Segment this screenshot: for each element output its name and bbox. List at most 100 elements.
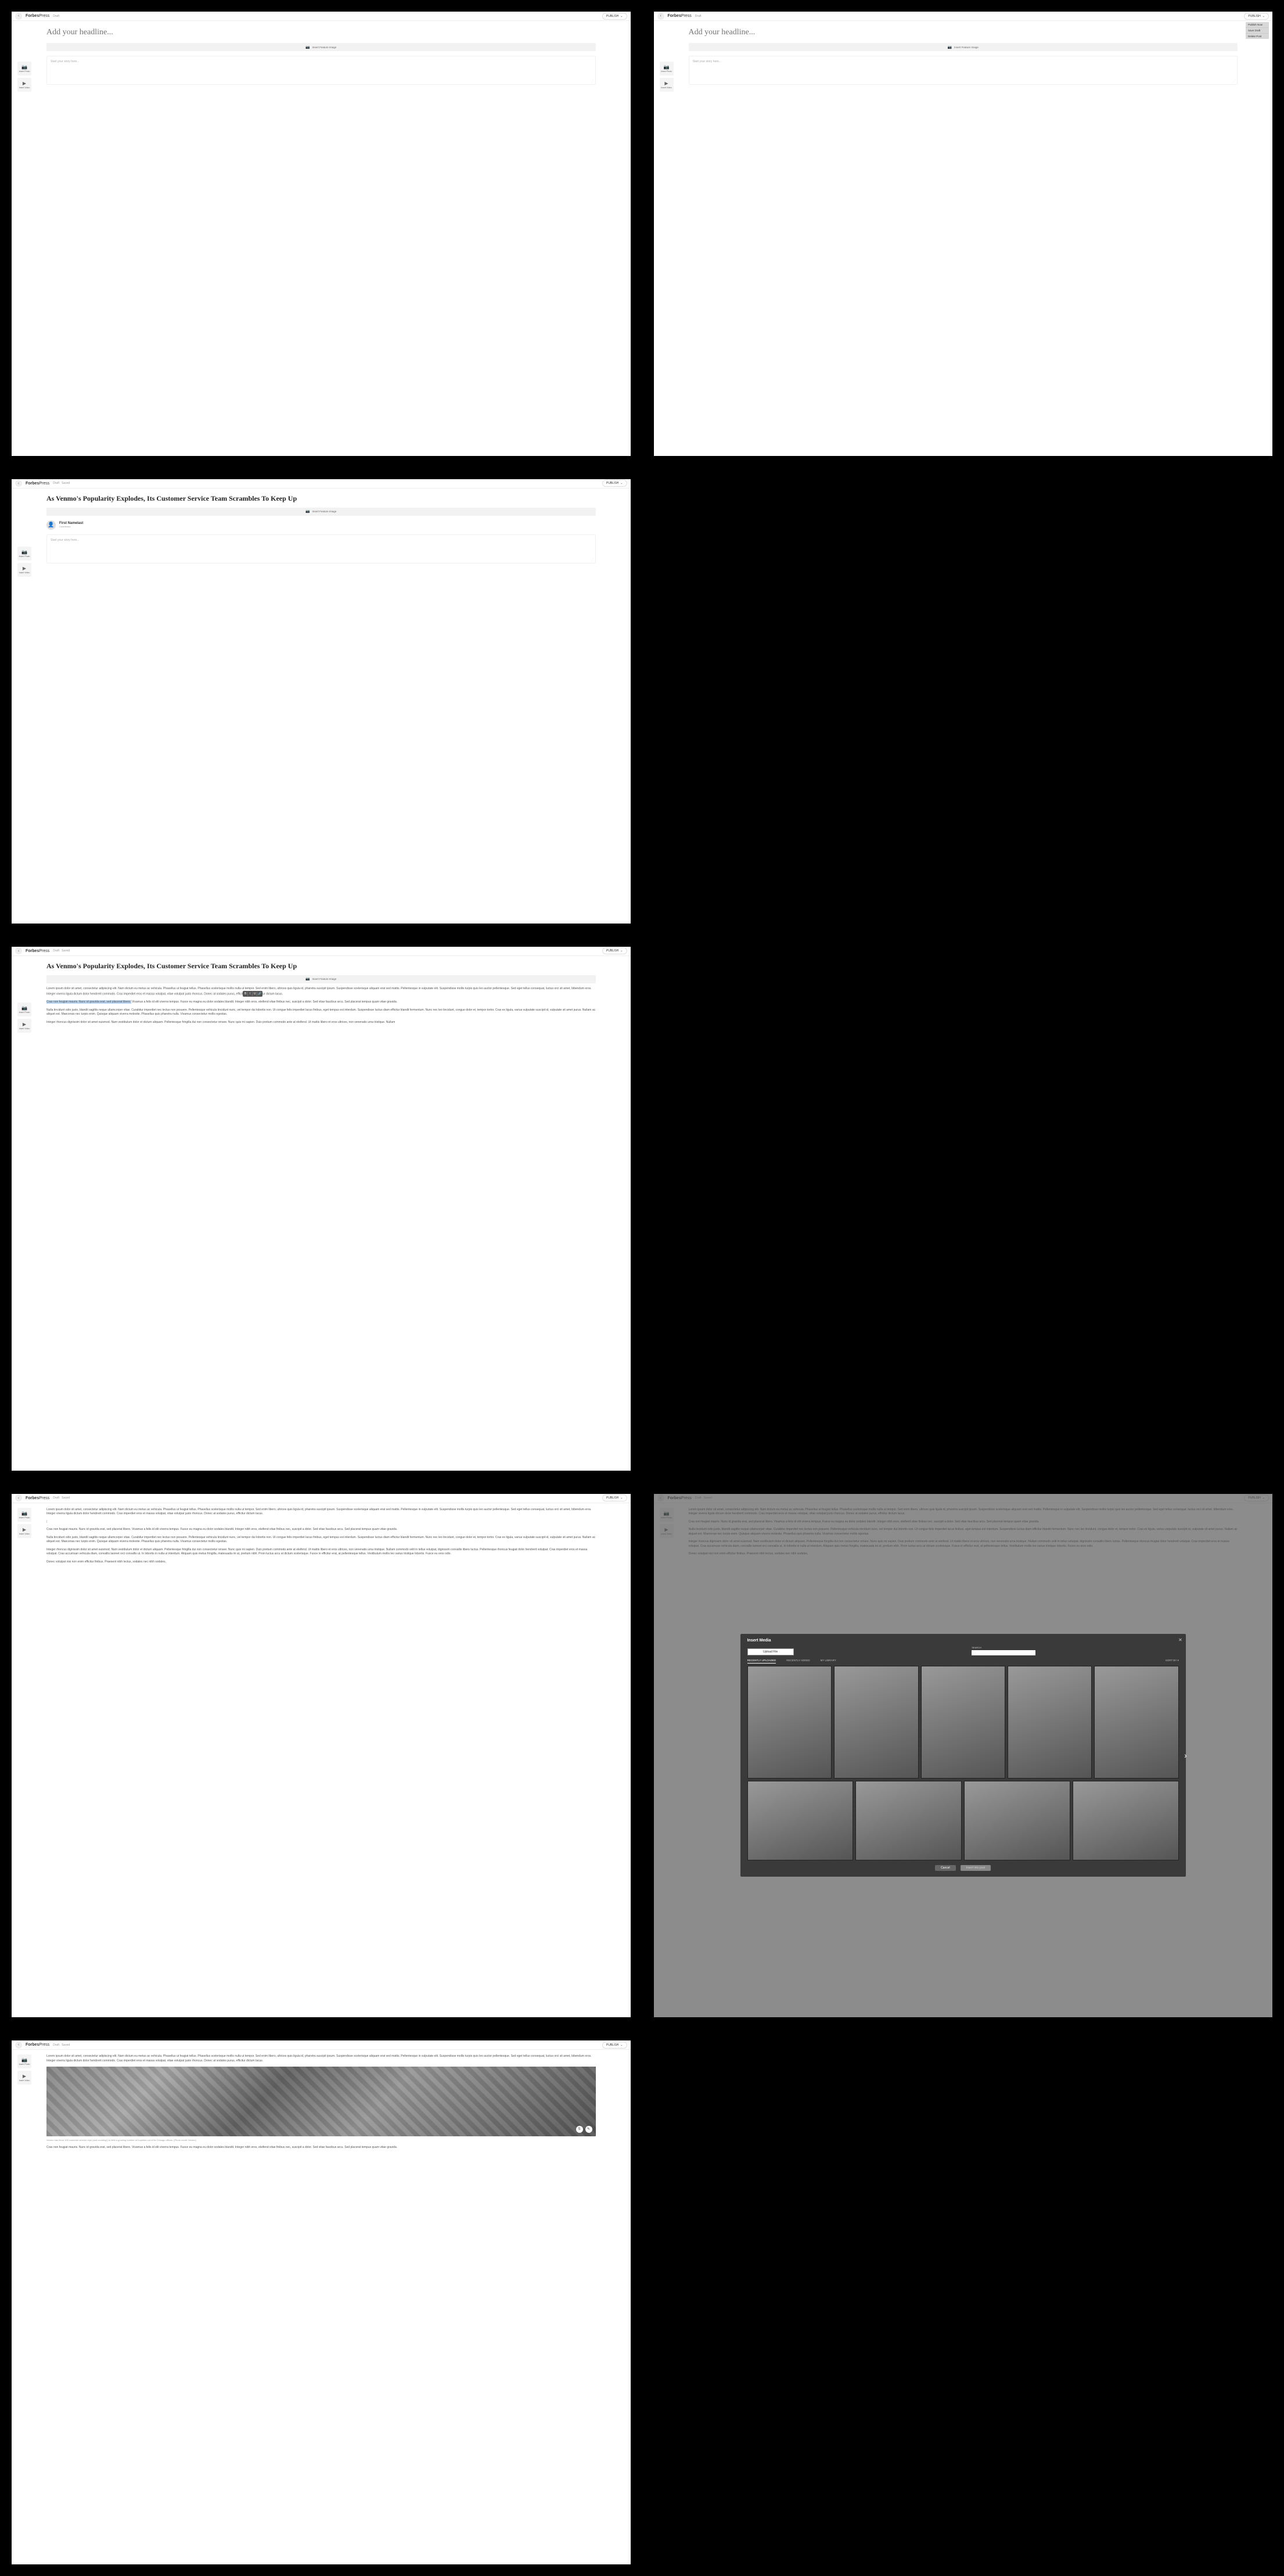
- chevron-down-icon: ⌄: [620, 1496, 623, 1500]
- resize-handle[interactable]: ⋰: [1233, 80, 1236, 83]
- insert-video-tool[interactable]: ▶Insert Video: [17, 2071, 31, 2085]
- media-thumb[interactable]: [1008, 1666, 1092, 1779]
- media-thumb-grid-2: [747, 1781, 1179, 1860]
- insert-photo-tool[interactable]: 📷Insert Photo: [17, 2054, 31, 2068]
- editor-empty-dropdown: ‹ ForbesPress Draft PUBLISH⌄ Publish Now…: [654, 12, 1273, 456]
- insert-video-tool[interactable]: ▶Insert Video: [17, 1019, 31, 1033]
- media-thumb[interactable]: [964, 1781, 1070, 1860]
- side-toolbar: 📷Insert Photo ▶Insert Video: [17, 2054, 31, 2087]
- resize-handle[interactable]: ⋰: [591, 558, 594, 562]
- story-textarea[interactable]: Start your story here...⋰: [46, 56, 596, 85]
- story-textarea[interactable]: Start your story here...⋰: [689, 56, 1238, 85]
- side-toolbar: 📷Insert Photo ▶Insert Video: [17, 62, 31, 94]
- story-textarea[interactable]: Start your story here...⋰: [46, 534, 596, 563]
- back-button[interactable]: ‹: [657, 13, 664, 20]
- media-thumb[interactable]: [834, 1666, 918, 1779]
- media-thumb[interactable]: [747, 1666, 832, 1779]
- publish-button[interactable]: PUBLISH⌄: [602, 480, 627, 487]
- video-icon: ▶: [23, 566, 26, 571]
- insert-photo-tool[interactable]: 📷Insert Photo: [660, 62, 674, 76]
- search-label: SEARCH: [972, 1646, 1179, 1649]
- publish-button[interactable]: PUBLISH⌄: [602, 1494, 627, 1501]
- insert-video-tool[interactable]: ▶Insert Video: [17, 1524, 31, 1538]
- video-icon: ▶: [664, 81, 668, 86]
- headline-input[interactable]: [46, 26, 596, 39]
- back-button[interactable]: ‹: [15, 947, 22, 954]
- status-draft: Draft: [53, 15, 59, 18]
- bold-tool[interactable]: B: [243, 991, 248, 996]
- camera-icon: 📷: [664, 64, 670, 70]
- camera-icon: 📷: [305, 977, 310, 981]
- headline-text[interactable]: As Venmo's Popularity Explodes, Its Cust…: [46, 493, 596, 504]
- tab-recently-added[interactable]: RECENTLY ADDED: [786, 1659, 810, 1664]
- camera-icon: 📷: [21, 549, 27, 555]
- resize-handle[interactable]: ⋰: [591, 80, 594, 83]
- insert-photo-tool[interactable]: 📷Insert Photo: [17, 547, 31, 561]
- media-thumb[interactable]: [921, 1666, 1005, 1779]
- text-selection: Cras non feugiat mauris. Nunc id gravida…: [46, 1000, 131, 1004]
- text-cursor: |: [46, 1520, 596, 1525]
- logo: ForbesPress: [26, 1496, 49, 1500]
- article-body[interactable]: Lorem ipsum dolor sit amet, consectetur …: [46, 2054, 596, 2150]
- close-icon[interactable]: ✕: [1178, 1637, 1182, 1643]
- editor-with-image: ‹ ForbesPress DraftSaved PUBLISH⌄ 📷Inser…: [12, 2040, 631, 2564]
- headline-input[interactable]: [689, 26, 1238, 39]
- status-draft: DraftSaved: [53, 482, 70, 485]
- media-thumb[interactable]: [1094, 1666, 1178, 1779]
- article-image[interactable]: S ✎: [46, 2067, 596, 2136]
- topbar: ‹ ForbesPress DraftSaved PUBLISH⌄: [12, 2040, 631, 2050]
- article-body[interactable]: Lorem ipsum dolor sit amet, consectetur …: [46, 987, 596, 1025]
- publish-button[interactable]: PUBLISH⌄: [602, 13, 627, 20]
- italic-tool[interactable]: I: [248, 991, 253, 996]
- cancel-button[interactable]: Cancel: [935, 1865, 956, 1871]
- topbar: ‹ ForbesPress DraftSaved PUBLISH⌄: [12, 947, 631, 956]
- media-thumb[interactable]: [747, 1781, 854, 1860]
- tab-recently-uploaded[interactable]: RECENTLY UPLOADED: [747, 1659, 776, 1664]
- insert-feature-image[interactable]: 📷Insert Feature Image: [46, 975, 596, 983]
- topbar: ‹ ForbesPress DraftSaved PUBLISH⌄: [12, 479, 631, 488]
- chevron-down-icon: ⌄: [620, 2043, 623, 2047]
- topbar: ‹ ForbesPress Draft PUBLISH⌄: [12, 12, 631, 21]
- headline-text[interactable]: As Venmo's Popularity Explodes, Its Cust…: [46, 961, 596, 972]
- image-size-button[interactable]: S: [576, 2126, 583, 2133]
- camera-icon: 📷: [21, 2057, 27, 2063]
- insert-photo-tool[interactable]: 📷Insert Photo: [17, 1003, 31, 1016]
- publish-button[interactable]: PUBLISH⌄: [1244, 13, 1269, 20]
- link-tool[interactable]: 🔗: [257, 991, 262, 996]
- media-search-input[interactable]: [972, 1650, 1035, 1655]
- camera-icon: 📷: [21, 1511, 27, 1516]
- side-toolbar: 📷Insert Photo ▶Insert Video: [660, 62, 674, 94]
- media-thumb[interactable]: [855, 1781, 962, 1860]
- back-button[interactable]: ‹: [15, 13, 22, 20]
- video-icon: ▶: [23, 2074, 26, 2079]
- tab-my-library[interactable]: MY LIBRARY: [821, 1659, 836, 1664]
- logo: ForbesPress: [668, 14, 692, 18]
- upload-file-button[interactable]: Upload File: [747, 1648, 794, 1655]
- insert-into-post-button[interactable]: Insert into post: [961, 1865, 991, 1871]
- camera-icon: 📷: [948, 45, 952, 49]
- insert-video-tool[interactable]: ▶Insert Video: [660, 78, 674, 92]
- publish-button[interactable]: PUBLISH⌄: [602, 2042, 627, 2049]
- publish-button[interactable]: PUBLISH⌄: [602, 947, 627, 954]
- article-body[interactable]: Lorem ipsum dolor sit amet, consectetur …: [46, 1508, 596, 1565]
- underline-tool[interactable]: U: [253, 991, 257, 996]
- insert-photo-tool[interactable]: 📷Insert Photo: [17, 1508, 31, 1522]
- carousel-next-icon[interactable]: ›: [1184, 1751, 1187, 1760]
- image-caption[interactable]: Venmo has hired 100 customer service rep…: [46, 2139, 596, 2142]
- image-edit-button[interactable]: ✎: [585, 2126, 592, 2133]
- topbar: ‹ ForbesPress Draft PUBLISH⌄: [654, 12, 1273, 21]
- back-button[interactable]: ‹: [15, 480, 22, 487]
- modal-overlay[interactable]: ✕ Insert Media Upload File SEARCH RECENT…: [654, 1494, 1273, 2018]
- back-button[interactable]: ‹: [15, 2042, 22, 2049]
- insert-feature-image[interactable]: 📷Insert Feature Image: [689, 43, 1238, 51]
- insert-feature-image[interactable]: 📷Insert Feature Image: [46, 43, 596, 51]
- insert-feature-image[interactable]: 📷Insert Feature Image: [46, 508, 596, 516]
- media-thumb[interactable]: [1073, 1781, 1179, 1860]
- back-button[interactable]: ‹: [15, 1494, 22, 1501]
- sort-by-dropdown[interactable]: SORT BY ▾: [1166, 1659, 1179, 1664]
- camera-icon: 📷: [21, 1005, 27, 1011]
- insert-video-tool[interactable]: ▶Insert Video: [17, 563, 31, 577]
- insert-photo-tool[interactable]: 📷Insert Photo: [17, 62, 31, 76]
- chevron-down-icon: ⌄: [620, 949, 623, 953]
- insert-video-tool[interactable]: ▶Insert Video: [17, 78, 31, 92]
